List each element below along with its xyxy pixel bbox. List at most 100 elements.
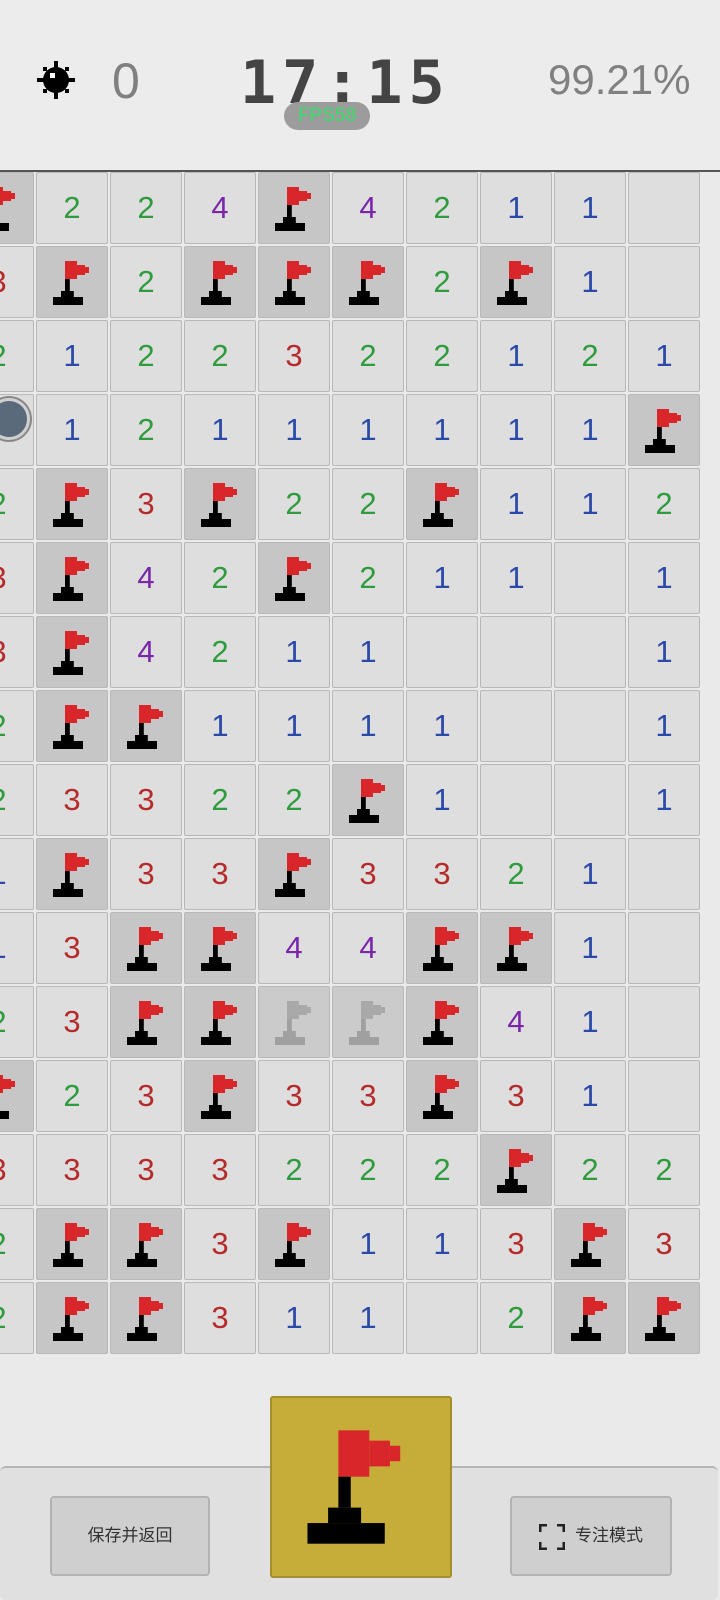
number-cell[interactable]: 1	[480, 394, 552, 466]
flagged-cell[interactable]	[406, 1060, 478, 1132]
number-cell[interactable]: 4	[110, 616, 182, 688]
empty-cell[interactable]	[406, 616, 478, 688]
flagged-cell[interactable]	[36, 1208, 108, 1280]
empty-cell[interactable]	[554, 690, 626, 762]
flagged-cell[interactable]	[258, 246, 330, 318]
number-cell[interactable]: 2	[406, 1134, 478, 1206]
flagged-cell[interactable]	[628, 394, 700, 466]
number-cell[interactable]: 1	[480, 172, 552, 244]
number-cell[interactable]: 3	[110, 468, 182, 540]
empty-cell[interactable]	[406, 1282, 478, 1354]
flagged-cell[interactable]	[110, 912, 182, 984]
number-cell[interactable]: 1	[554, 1060, 626, 1132]
flagged-cell[interactable]	[332, 246, 404, 318]
number-cell[interactable]: 1	[332, 1282, 404, 1354]
flagged-cell[interactable]	[480, 1134, 552, 1206]
empty-cell[interactable]	[554, 764, 626, 836]
number-cell[interactable]: 2	[332, 320, 404, 392]
flagged-cell[interactable]	[480, 912, 552, 984]
flagged-cell[interactable]	[36, 1282, 108, 1354]
flag-mode-toggle[interactable]	[270, 1396, 452, 1578]
number-cell[interactable]: 1	[406, 1208, 478, 1280]
number-cell[interactable]: 2	[332, 468, 404, 540]
flagged-cell[interactable]	[36, 690, 108, 762]
number-cell[interactable]: 2	[184, 764, 256, 836]
number-cell[interactable]: 1	[480, 320, 552, 392]
flagged-cell[interactable]	[0, 1060, 34, 1132]
number-cell[interactable]: 3	[258, 1060, 330, 1132]
number-cell[interactable]: 1	[258, 690, 330, 762]
flagged-cell[interactable]	[36, 616, 108, 688]
number-cell[interactable]: 2	[258, 764, 330, 836]
grey-flag-cell[interactable]	[332, 986, 404, 1058]
number-cell[interactable]: 1	[628, 690, 700, 762]
empty-cell[interactable]	[480, 690, 552, 762]
number-cell[interactable]: 3	[110, 1060, 182, 1132]
flagged-cell[interactable]	[36, 838, 108, 910]
number-cell[interactable]: 2	[0, 320, 34, 392]
empty-cell[interactable]	[628, 172, 700, 244]
number-cell[interactable]: 3	[184, 1282, 256, 1354]
flagged-cell[interactable]	[258, 542, 330, 614]
number-cell[interactable]: 1	[332, 1208, 404, 1280]
number-cell[interactable]: 4	[110, 542, 182, 614]
number-cell[interactable]: 3	[480, 1060, 552, 1132]
number-cell[interactable]: 2	[258, 468, 330, 540]
number-cell[interactable]: 4	[258, 912, 330, 984]
empty-cell[interactable]	[480, 616, 552, 688]
number-cell[interactable]: 4	[480, 986, 552, 1058]
number-cell[interactable]: 2	[554, 320, 626, 392]
number-cell[interactable]: 1	[554, 912, 626, 984]
flagged-cell[interactable]	[258, 1208, 330, 1280]
number-cell[interactable]: 1	[554, 246, 626, 318]
number-cell[interactable]: 3	[184, 1134, 256, 1206]
number-cell[interactable]: 1	[332, 616, 404, 688]
number-cell[interactable]: 3	[332, 838, 404, 910]
number-cell[interactable]: 2	[110, 246, 182, 318]
number-cell[interactable]: 2	[628, 468, 700, 540]
number-cell[interactable]: 2	[110, 320, 182, 392]
number-cell[interactable]: 2	[332, 542, 404, 614]
number-cell[interactable]: 1	[184, 690, 256, 762]
flagged-cell[interactable]	[258, 838, 330, 910]
number-cell[interactable]: 1	[258, 394, 330, 466]
number-cell[interactable]: 1	[36, 394, 108, 466]
number-cell[interactable]: 2	[184, 320, 256, 392]
flagged-cell[interactable]	[36, 246, 108, 318]
number-cell[interactable]: 3	[406, 838, 478, 910]
empty-cell[interactable]	[628, 986, 700, 1058]
number-cell[interactable]: 3	[480, 1208, 552, 1280]
flagged-cell[interactable]	[406, 986, 478, 1058]
number-cell[interactable]: 1	[0, 838, 34, 910]
flagged-cell[interactable]	[406, 468, 478, 540]
flagged-cell[interactable]	[406, 912, 478, 984]
number-cell[interactable]: 1	[36, 320, 108, 392]
empty-cell[interactable]	[554, 616, 626, 688]
number-cell[interactable]: 3	[0, 1134, 34, 1206]
number-cell[interactable]: 3	[0, 246, 34, 318]
empty-cell[interactable]	[554, 542, 626, 614]
number-cell[interactable]: 4	[184, 172, 256, 244]
number-cell[interactable]: 1	[628, 542, 700, 614]
number-cell[interactable]: 3	[184, 1208, 256, 1280]
number-cell[interactable]: 1	[554, 468, 626, 540]
number-cell[interactable]: 4	[332, 912, 404, 984]
number-cell[interactable]: 2	[110, 394, 182, 466]
flagged-cell[interactable]	[480, 246, 552, 318]
number-cell[interactable]: 2	[258, 1134, 330, 1206]
flagged-cell[interactable]	[184, 986, 256, 1058]
number-cell[interactable]: 1	[628, 320, 700, 392]
number-cell[interactable]: 1	[628, 764, 700, 836]
number-cell[interactable]: 3	[36, 986, 108, 1058]
flagged-cell[interactable]	[628, 1282, 700, 1354]
number-cell[interactable]: 3	[110, 1134, 182, 1206]
flagged-cell[interactable]	[184, 912, 256, 984]
empty-cell[interactable]	[628, 1060, 700, 1132]
number-cell[interactable]: 1	[554, 394, 626, 466]
flagged-cell[interactable]	[36, 468, 108, 540]
number-cell[interactable]: 2	[0, 764, 34, 836]
number-cell[interactable]: 3	[36, 912, 108, 984]
flagged-cell[interactable]	[36, 542, 108, 614]
number-cell[interactable]: 1	[554, 986, 626, 1058]
number-cell[interactable]: 2	[36, 1060, 108, 1132]
